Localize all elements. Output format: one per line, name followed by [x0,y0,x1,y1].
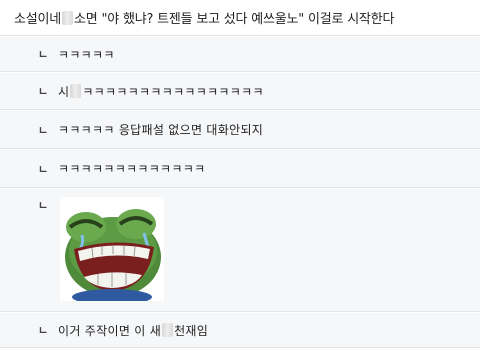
reply-text: 천재임 [174,323,209,338]
reply-text: ㅋㅋㅋㅋㅋㅋㅋㅋㅋㅋㅋㅋㅋㅋㅋㅋ [82,84,264,99]
reply-text: ㅋㅋㅋㅋㅋ 응답패설 없으면 대화안되지 [58,123,264,137]
laughing-frog-emoticon [60,197,164,305]
reply-row: ㄴ ㅋㅋㅋㅋㅋ [0,37,480,72]
frog-image [60,197,164,305]
reply-text: ㅋㅋㅋㅋㅋ [58,47,115,62]
reply-text: ㅋㅋㅋㅋㅋㅋㅋㅋㅋㅋㅋㅋㅋ [58,162,206,176]
reply-row: ㄴ 이거 주작이면 이 새 천재임 [0,313,480,348]
reply-row: ㄴ 시 ㅋㅋㅋㅋㅋㅋㅋㅋㅋㅋㅋㅋㅋㅋㅋㅋ [0,73,480,110]
reply-arrow-icon: ㄴ [38,162,49,176]
reply-arrow-icon: ㄴ [38,324,49,337]
reply-text-prefix: 이거 주작이면 이 새 [58,323,162,338]
post-title: 소설이네 소면 "야 했냐? 트젠들 보고 섰다 예쓰울노" 이걸로 시작한다 [0,0,480,36]
post-title-part2: 소면 "야 했냐? 트젠들 보고 섰다 예쓰울노" 이걸로 시작한다 [74,12,395,27]
censored-blur [70,84,82,98]
censored-blur [62,10,74,25]
censored-blur [162,323,174,337]
reply-arrow-icon: ㄴ [38,85,49,98]
reply-arrow-icon: ㄴ [38,199,49,212]
reply-row: ㄴ ㅋㅋㅋㅋㅋ 응답패설 없으면 대화안되지 [0,111,480,149]
reply-row: ㄴ ㅋㅋㅋㅋㅋㅋㅋㅋㅋㅋㅋㅋㅋ [0,150,480,188]
reply-arrow-icon: ㄴ [38,48,49,61]
reply-text-prefix: 시 [58,84,70,99]
reply-arrow-icon: ㄴ [38,123,49,137]
post-title-part1: 소설이네 [14,12,62,27]
